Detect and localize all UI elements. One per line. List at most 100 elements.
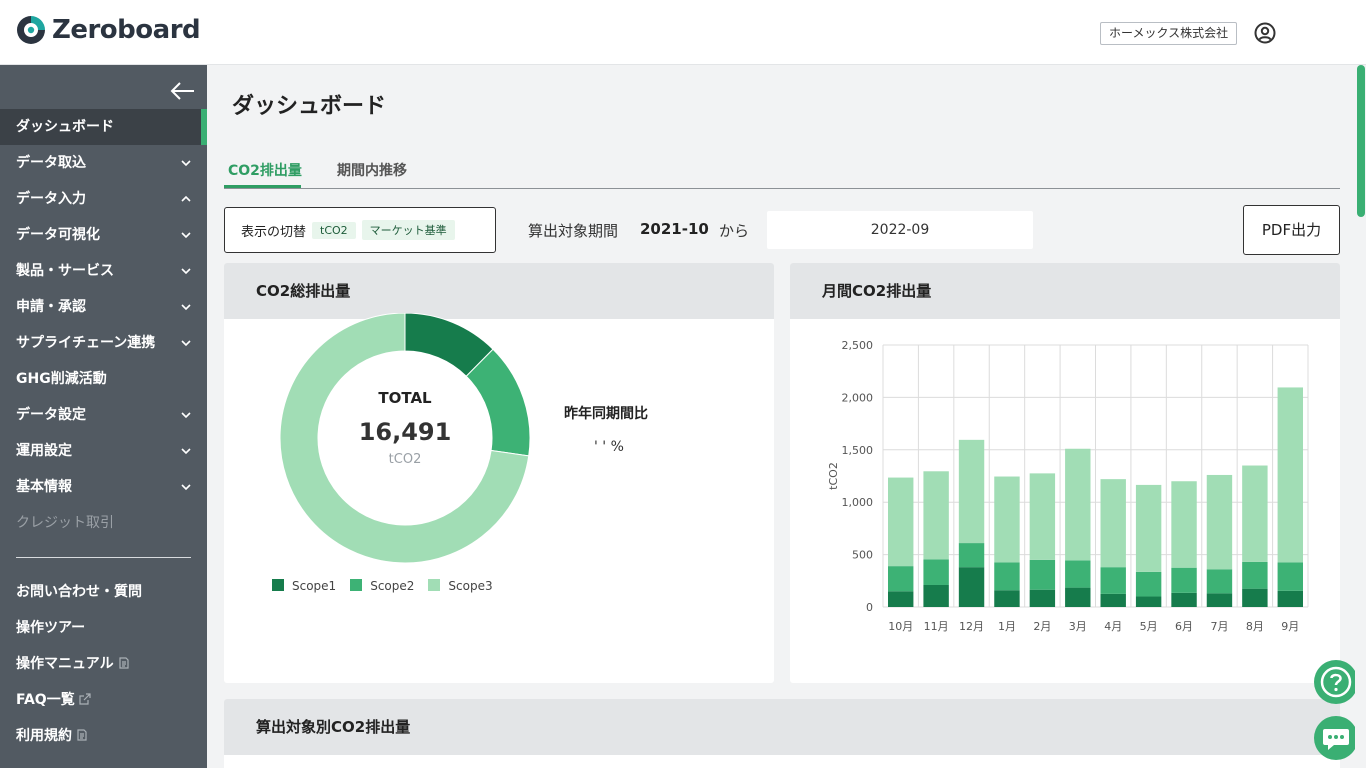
scroll-thumb[interactable] bbox=[1357, 65, 1365, 217]
sidebar-item-label: GHG削減活動 bbox=[16, 371, 107, 387]
bar-scope1[interactable] bbox=[994, 590, 1020, 607]
page-title: ダッシュボード bbox=[232, 94, 387, 119]
sidebar-item[interactable]: 運用設定 bbox=[0, 433, 207, 469]
y-tick-label: 1,500 bbox=[842, 444, 874, 457]
chat-bubble-icon bbox=[1323, 729, 1349, 750]
bar-scope3[interactable] bbox=[1065, 448, 1091, 561]
sidebar-item[interactable]: 申請・承認 bbox=[0, 289, 207, 325]
bar-scope1[interactable] bbox=[923, 584, 949, 607]
bar-scope1[interactable] bbox=[1029, 589, 1056, 607]
bar-scope1[interactable] bbox=[1171, 592, 1197, 607]
bar-scope3[interactable] bbox=[1242, 465, 1268, 562]
pdf-export-button[interactable]: PDF出力 bbox=[1243, 205, 1340, 255]
back-arrow-icon[interactable] bbox=[168, 79, 196, 103]
bar-scope3[interactable] bbox=[1171, 481, 1197, 568]
sidebar-footer-item[interactable]: 操作マニュアル bbox=[0, 646, 207, 682]
card-title: 算出対象別CO2排出量 bbox=[224, 699, 1340, 755]
bar-scope3[interactable] bbox=[1206, 474, 1233, 570]
chevron-up-icon bbox=[181, 195, 191, 202]
sidebar-footer-item[interactable]: 利用規約 bbox=[0, 718, 207, 754]
bar-scope2[interactable] bbox=[1065, 560, 1091, 588]
bar-scope1[interactable] bbox=[1135, 596, 1162, 607]
chat-button[interactable] bbox=[1314, 716, 1358, 760]
bar-scope2[interactable] bbox=[923, 559, 949, 585]
sidebar-item-label: クレジット取引 bbox=[16, 515, 114, 531]
bar-scope3[interactable] bbox=[958, 439, 985, 544]
x-tick-label: 5月 bbox=[1140, 620, 1158, 633]
bar-scope2[interactable] bbox=[1171, 567, 1197, 593]
bar-scope1[interactable] bbox=[1206, 593, 1233, 607]
tab-co2-emissions[interactable]: CO2排出量 bbox=[228, 160, 302, 180]
bar-scope3[interactable] bbox=[994, 476, 1020, 563]
sidebar-item[interactable]: データ設定 bbox=[0, 397, 207, 433]
chevron-down-icon bbox=[181, 232, 191, 239]
user-circle-icon[interactable] bbox=[1254, 22, 1276, 44]
bar-scope3[interactable] bbox=[1277, 387, 1303, 563]
bar-scope2[interactable] bbox=[1135, 571, 1162, 597]
bar-scope1[interactable] bbox=[1277, 590, 1303, 607]
bar-scope3[interactable] bbox=[1100, 479, 1126, 568]
sidebar-footer-item[interactable]: お問い合わせ・質問 bbox=[0, 574, 207, 610]
chevron-down-icon bbox=[181, 268, 191, 275]
x-tick-label: 8月 bbox=[1246, 620, 1264, 633]
bar-scope2[interactable] bbox=[1277, 562, 1303, 591]
logo-text: Zeroboard bbox=[52, 15, 201, 45]
sidebar-item[interactable]: データ可視化 bbox=[0, 217, 207, 253]
bar-scope2[interactable] bbox=[994, 562, 1020, 591]
bar-scope3[interactable] bbox=[888, 477, 914, 567]
legend-item[interactable]: Scope1 bbox=[272, 579, 336, 593]
sidebar-item[interactable]: データ取込 bbox=[0, 145, 207, 181]
x-tick-label: 7月 bbox=[1210, 620, 1228, 633]
bar-scope2[interactable] bbox=[1100, 567, 1126, 594]
legend-item[interactable]: Scope3 bbox=[428, 579, 493, 593]
help-button[interactable] bbox=[1314, 660, 1358, 704]
bar-scope1[interactable] bbox=[1242, 588, 1268, 607]
active-tab-indicator bbox=[224, 185, 301, 188]
legend-item[interactable]: Scope2 bbox=[350, 579, 414, 593]
display-toggle[interactable]: 表示の切替 tCO2 マーケット基準 bbox=[224, 207, 496, 253]
bar-scope2[interactable] bbox=[958, 543, 985, 568]
period-end-input[interactable]: 2022-09 bbox=[767, 211, 1033, 249]
period-start[interactable]: 2021-10 bbox=[640, 220, 709, 238]
sidebar-item[interactable]: ダッシュボード bbox=[0, 109, 207, 145]
legend-swatch bbox=[272, 579, 284, 591]
sidebar-item-label: お問い合わせ・質問 bbox=[16, 584, 142, 600]
chevron-down-icon bbox=[181, 484, 191, 491]
sidebar-item-label: 操作ツアー bbox=[16, 620, 86, 636]
period-from-label: から bbox=[719, 222, 750, 240]
sidebar-item-label: ダッシュボード bbox=[16, 119, 114, 135]
legend-label: Scope2 bbox=[370, 579, 415, 593]
bar-scope1[interactable] bbox=[1100, 593, 1126, 607]
x-tick-label: 9月 bbox=[1281, 620, 1299, 633]
bar-scope3[interactable] bbox=[1135, 484, 1162, 572]
sidebar-item[interactable]: サプライチェーン連携 bbox=[0, 325, 207, 361]
bar-scope1[interactable] bbox=[1065, 587, 1091, 607]
legend-label: Scope3 bbox=[448, 579, 493, 593]
monthly-bar-chart: 0 500 1,000 1,500 2,000 2,500 tCO2 10月 11月 12月 1月 2… bbox=[827, 339, 1309, 633]
sidebar-item[interactable]: 基本情報 bbox=[0, 469, 207, 505]
sidebar-item[interactable]: データ入力 bbox=[0, 181, 207, 217]
bar-scope3[interactable] bbox=[1029, 473, 1056, 560]
total-label: TOTAL bbox=[378, 389, 432, 407]
sidebar-footer-item[interactable]: 操作ツアー bbox=[0, 610, 207, 646]
total-emissions-card: CO2総排出量 TOTAL 16,491 tCO2 昨年同期間比 ' ' % S… bbox=[224, 263, 774, 683]
legend-swatch bbox=[350, 579, 363, 591]
tab-period-trend[interactable]: 期間内推移 bbox=[337, 160, 407, 180]
logo[interactable]: Zeroboard bbox=[16, 14, 201, 46]
bar-scope1[interactable] bbox=[888, 591, 914, 607]
x-tick-label: 6月 bbox=[1175, 620, 1193, 633]
zeroboard-logo-icon bbox=[17, 16, 45, 44]
sidebar-footer-item[interactable]: FAQ一覧 bbox=[0, 682, 207, 718]
bar-scope2[interactable] bbox=[1242, 561, 1268, 589]
bar-scope2[interactable] bbox=[1029, 559, 1056, 590]
bar-scope1[interactable] bbox=[958, 567, 985, 607]
sidebar-item[interactable]: 製品・サービス bbox=[0, 253, 207, 289]
sidebar-item[interactable]: GHG削減活動 bbox=[0, 361, 207, 397]
bar-scope3[interactable] bbox=[923, 471, 949, 560]
page-scrollbar[interactable] bbox=[1355, 65, 1366, 768]
card-title: CO2総排出量 bbox=[224, 263, 774, 319]
bar-scope2[interactable] bbox=[888, 566, 914, 592]
x-tick-label: 11月 bbox=[924, 620, 949, 633]
sidebar-item-label: サプライチェーン連携 bbox=[16, 335, 156, 351]
bar-scope2[interactable] bbox=[1206, 569, 1233, 594]
